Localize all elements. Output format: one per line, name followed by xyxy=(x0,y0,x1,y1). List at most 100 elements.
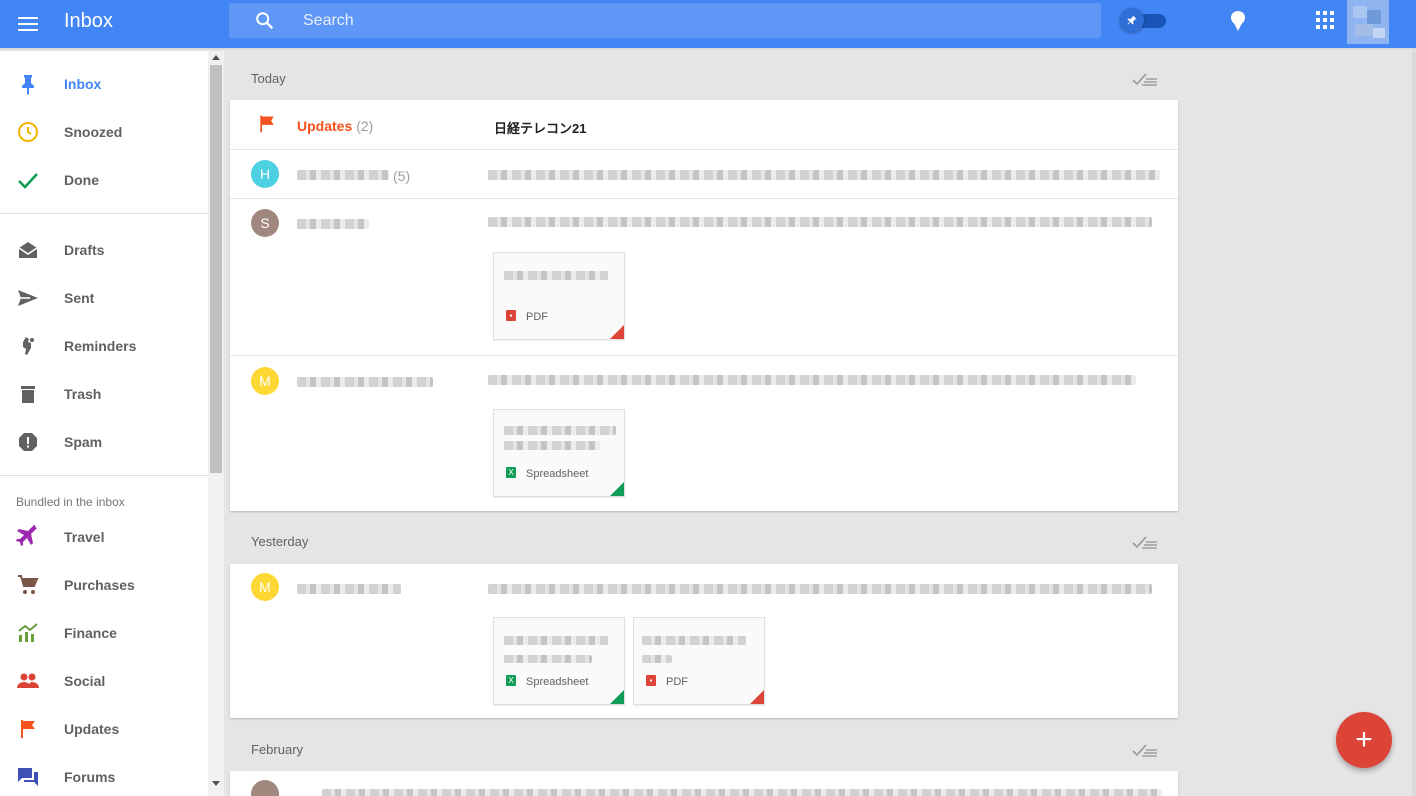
apps-grid-icon[interactable] xyxy=(1316,11,1334,29)
plane-icon xyxy=(16,525,37,546)
sidebar-scroll-thumb[interactable] xyxy=(210,65,222,473)
sweep-done-icon[interactable] xyxy=(1132,535,1158,549)
avatar: M xyxy=(251,367,279,395)
email-row[interactable]: M X Spreadsheet ▪ PDF xyxy=(230,564,1178,718)
attachment-type: PDF xyxy=(526,311,548,323)
attachment-chip[interactable]: ▪ PDF xyxy=(633,617,765,705)
attachment-chip[interactable]: X Spreadsheet xyxy=(493,617,625,705)
blurred-snippet xyxy=(322,789,1162,796)
scroll-down-arrow-icon[interactable] xyxy=(212,781,220,786)
sidebar-item-updates[interactable]: Updates xyxy=(0,705,208,753)
account-avatar[interactable] xyxy=(1347,0,1389,44)
sidebar-item-drafts[interactable]: Drafts xyxy=(0,226,208,274)
avatar: H xyxy=(251,160,279,188)
blurred-filename xyxy=(504,271,608,280)
search-bar[interactable] xyxy=(229,3,1101,38)
section-heading-yesterday: Yesterday xyxy=(251,534,309,549)
attachment-type: Spreadsheet xyxy=(526,468,589,480)
attachment-type: Spreadsheet xyxy=(526,676,589,688)
page-scrollbar[interactable] xyxy=(1412,51,1416,796)
section-heading-february: February xyxy=(251,742,304,757)
sidebar-item-sent[interactable]: Sent xyxy=(0,274,208,322)
flag-icon xyxy=(21,720,35,738)
email-row[interactable]: S ▪ PDF xyxy=(230,198,1178,355)
main-content: Today Updates (2) 日経テレコン21 H (5) S ▪ PDF… xyxy=(224,51,1416,796)
spreadsheet-corner xyxy=(610,482,624,496)
avatar: S xyxy=(251,209,279,237)
pdf-corner xyxy=(610,325,624,339)
blurred-filename xyxy=(504,426,616,435)
attachment-type: PDF xyxy=(666,676,688,688)
sidebar-item-finance[interactable]: Finance xyxy=(0,609,208,657)
avatar: M xyxy=(251,573,279,601)
scroll-up-arrow-icon[interactable] xyxy=(212,55,220,60)
sidebar-divider xyxy=(0,475,208,476)
sidebar-item-purchases[interactable]: Purchases xyxy=(0,561,208,609)
clock-icon xyxy=(18,122,38,142)
blurred-snippet xyxy=(488,170,1160,180)
send-icon xyxy=(18,290,38,306)
pdf-corner xyxy=(750,690,764,704)
email-row[interactable]: M X Spreadsheet xyxy=(230,355,1178,511)
bundle-name: Updates xyxy=(297,118,353,134)
spreadsheet-icon: X xyxy=(506,467,516,478)
bundle-count: (2) xyxy=(356,118,374,134)
sidebar-item-snoozed[interactable]: Snoozed xyxy=(0,108,208,156)
bundles-heading: Bundled in the inbox xyxy=(16,495,125,509)
blurred-filename xyxy=(642,655,672,663)
pin-icon xyxy=(22,75,34,95)
blurred-sender xyxy=(297,219,369,229)
february-card xyxy=(230,771,1178,796)
blurred-snippet xyxy=(488,584,1152,594)
people-icon xyxy=(17,673,39,688)
drafts-icon xyxy=(18,242,38,258)
spreadsheet-corner xyxy=(610,690,624,704)
pin-icon xyxy=(1120,8,1144,32)
blurred-filename xyxy=(642,636,746,645)
blurred-filename xyxy=(504,636,608,645)
search-input[interactable] xyxy=(301,3,1081,38)
sweep-done-icon[interactable] xyxy=(1132,72,1158,86)
compose-button[interactable]: + xyxy=(1336,712,1392,768)
sidebar-item-inbox[interactable]: Inbox xyxy=(0,60,208,108)
blurred-snippet xyxy=(488,217,1152,227)
today-card: Updates (2) 日経テレコン21 H (5) S ▪ PDF M X S… xyxy=(230,100,1178,511)
sidebar-item-done[interactable]: Done xyxy=(0,156,208,204)
sweep-done-icon[interactable] xyxy=(1132,743,1158,757)
search-icon[interactable] xyxy=(254,10,276,32)
pdf-icon: ▪ xyxy=(506,310,516,321)
sidebar-item-reminders[interactable]: Reminders xyxy=(0,322,208,370)
sidebar-divider xyxy=(0,213,208,214)
attachment-chip[interactable]: ▪ PDF xyxy=(493,252,625,340)
spam-icon xyxy=(19,433,37,451)
forum-icon xyxy=(18,768,38,786)
top-app-bar: Inbox xyxy=(0,0,1416,48)
bundle-row-updates[interactable]: Updates (2) 日経テレコン21 xyxy=(230,100,1178,149)
pdf-icon: ▪ xyxy=(646,675,656,686)
sidebar: Inbox Snoozed Done Drafts Sent Reminders xyxy=(0,51,208,796)
sidebar-item-social[interactable]: Social xyxy=(0,657,208,705)
sidebar-item-spam[interactable]: Spam xyxy=(0,418,208,466)
email-row[interactable]: H (5) xyxy=(230,149,1178,198)
bundle-subject: 日経テレコン21 xyxy=(494,121,587,136)
finance-icon xyxy=(18,623,38,642)
sidebar-item-travel[interactable]: Travel xyxy=(0,513,208,561)
blurred-filename xyxy=(504,441,600,450)
pinned-toggle[interactable] xyxy=(1120,8,1168,32)
cart-icon xyxy=(18,575,39,594)
hamburger-menu-icon[interactable] xyxy=(16,12,40,36)
flag-icon xyxy=(260,115,274,133)
blurred-filename xyxy=(504,655,592,663)
blurred-sender xyxy=(297,170,389,180)
thread-count: (5) xyxy=(393,168,411,184)
sidebar-scrollbar[interactable] xyxy=(208,51,224,796)
reminder-bulb-icon[interactable] xyxy=(1228,10,1248,32)
sidebar-item-forums[interactable]: Forums xyxy=(0,753,208,796)
sidebar-item-trash[interactable]: Trash xyxy=(0,370,208,418)
app-title: Inbox xyxy=(64,10,113,32)
attachment-chip[interactable]: X Spreadsheet xyxy=(493,409,625,497)
spreadsheet-icon: X xyxy=(506,675,516,686)
section-heading-today: Today xyxy=(251,71,286,86)
avatar xyxy=(251,780,279,796)
blurred-snippet xyxy=(488,375,1136,385)
